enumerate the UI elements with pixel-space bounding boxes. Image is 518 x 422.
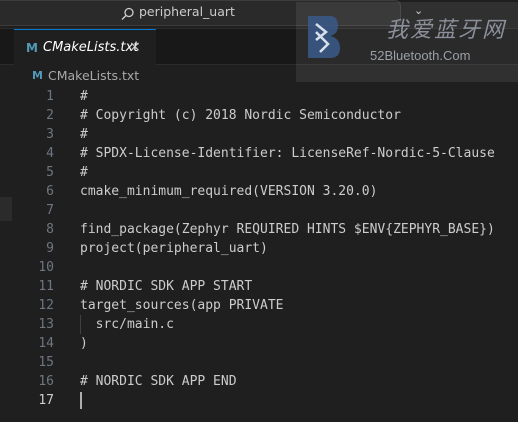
- line-number: 12: [38, 298, 54, 313]
- code-line[interactable]: 7: [14, 201, 518, 220]
- code-line[interactable]: 13 src/main.c: [14, 315, 518, 334]
- code-text: #: [80, 89, 88, 104]
- close-icon[interactable]: ×: [129, 39, 141, 55]
- line-number: 15: [38, 355, 54, 370]
- tab-label: CMakeLists.txt: [43, 40, 139, 55]
- code-line[interactable]: 14): [14, 334, 518, 353]
- text-cursor: [80, 392, 82, 409]
- code-editor[interactable]: 1 #2 # Copyright (c) 2018 Nordic Semicondu…: [14, 87, 518, 422]
- search-text: peripheral_uart: [139, 4, 235, 19]
- search-icon: [121, 7, 134, 20]
- breadcrumb-file[interactable]: CMakeLists.txt: [48, 68, 139, 83]
- cmake-file-icon: M: [32, 69, 43, 82]
- watermark-cn: 我爱蓝牙网: [386, 18, 507, 43]
- code-text: # NORDIC SDK APP START: [80, 279, 253, 294]
- line-number: 9: [46, 241, 54, 256]
- line-number: 3: [46, 127, 54, 142]
- line-number: 4: [46, 146, 54, 161]
- code-line[interactable]: 17: [14, 391, 518, 410]
- code-text: target_sources(app PRIVATE: [80, 298, 284, 313]
- code-line[interactable]: 6 cmake_minimum_required(VERSION 3.20.0): [14, 182, 518, 201]
- code-text: cmake_minimum_required(VERSION 3.20.0): [80, 184, 378, 199]
- line-number: 14: [38, 336, 54, 351]
- code-text: #: [80, 165, 88, 180]
- code-line[interactable]: 4 # SPDX-License-Identifier: LicenseRef-N…: [14, 144, 518, 163]
- line-number: 16: [38, 374, 54, 389]
- code-line[interactable]: 3 #: [14, 125, 518, 144]
- code-line[interactable]: 11 # NORDIC SDK APP START: [14, 277, 518, 296]
- code-line[interactable]: 1 #: [14, 87, 518, 106]
- code-line[interactable]: 5 #: [14, 163, 518, 182]
- line-number: 2: [46, 108, 54, 123]
- line-number: 11: [38, 279, 54, 294]
- code-text: ): [80, 336, 88, 351]
- line-number: 13: [38, 317, 54, 332]
- code-text: # SPDX-License-Identifier: LicenseRef-No…: [80, 146, 495, 161]
- line-number: 17: [38, 393, 54, 408]
- code-line[interactable]: 16 # NORDIC SDK APP END: [14, 372, 518, 391]
- code-line[interactable]: 9 project(peripheral_uart): [14, 239, 518, 258]
- code-text: #: [80, 127, 88, 142]
- line-number: 5: [46, 165, 54, 180]
- line-number: 6: [46, 184, 54, 199]
- code-line[interactable]: 10: [14, 258, 518, 277]
- watermark-logo-icon: [308, 16, 340, 58]
- code-line[interactable]: 2 # Copyright (c) 2018 Nordic Semiconduct…: [14, 106, 518, 125]
- code-line[interactable]: 12 target_sources(app PRIVATE: [14, 296, 518, 315]
- cmake-file-icon: M: [26, 41, 38, 55]
- line-number: 10: [38, 260, 54, 275]
- watermark-url: 52Bluetooth.Com: [370, 48, 471, 63]
- code-text: # Copyright (c) 2018 Nordic Semiconducto…: [80, 108, 401, 123]
- sidebar-edge: [0, 197, 12, 221]
- line-number: 7: [46, 203, 54, 218]
- tab-cmakelists[interactable]: M CMakeLists.txt ×: [14, 29, 156, 65]
- watermark: 我爱蓝牙网 52Bluetooth.Com: [296, 2, 518, 82]
- code-text: # NORDIC SDK APP END: [80, 374, 237, 389]
- line-number: 8: [46, 222, 54, 237]
- code-line[interactable]: 8 find_package(Zephyr REQUIRED HINTS $ENV…: [14, 220, 518, 239]
- code-text: project(peripheral_uart): [80, 241, 268, 256]
- code-line[interactable]: 15: [14, 353, 518, 372]
- line-number: 1: [46, 89, 54, 104]
- code-text: src/main.c: [80, 317, 174, 332]
- code-text: find_package(Zephyr REQUIRED HINTS $ENV{…: [80, 222, 495, 237]
